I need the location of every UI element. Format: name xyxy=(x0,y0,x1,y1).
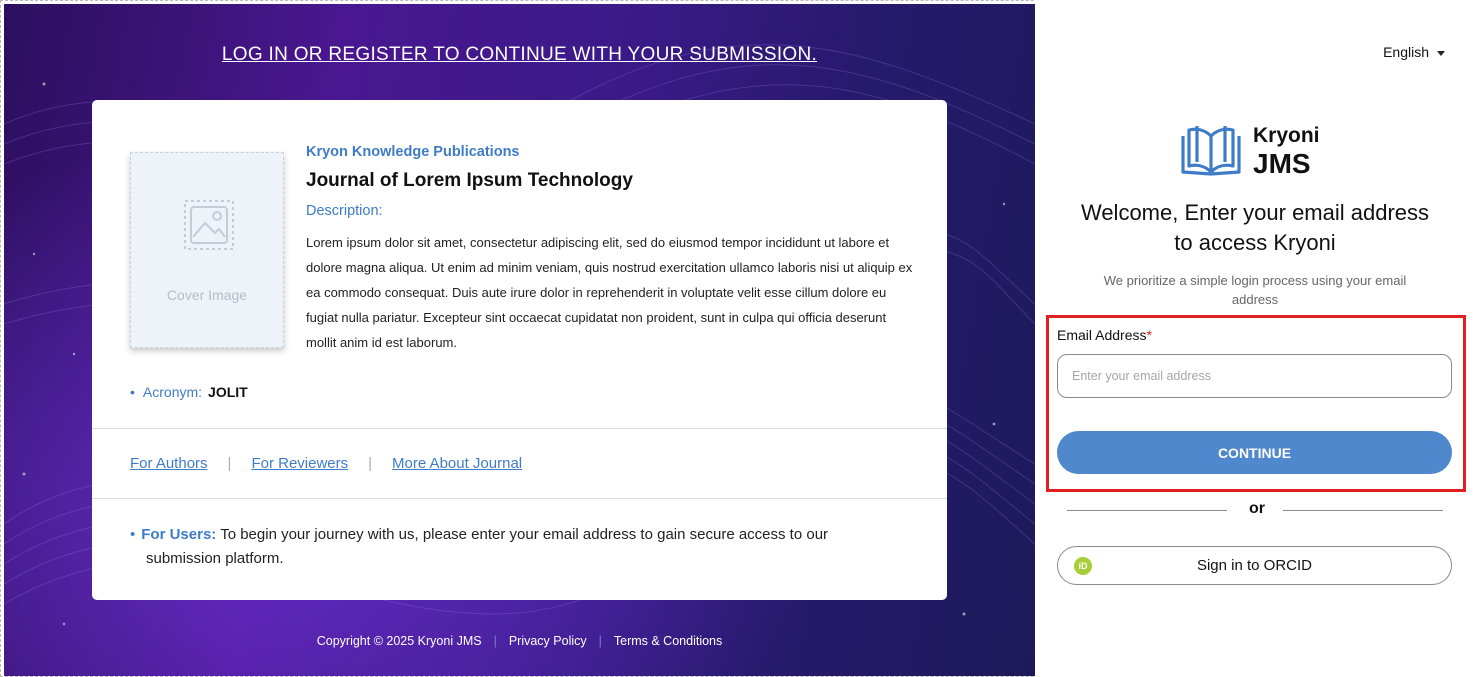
description-label: Description: xyxy=(306,203,383,219)
link-separator: | xyxy=(368,455,373,472)
for-users-note: • For Users: To begin your journey with u… xyxy=(130,523,920,571)
privacy-policy-link[interactable]: Privacy Policy xyxy=(509,634,587,648)
for-reviewers-link[interactable]: For Reviewers xyxy=(251,455,348,472)
terms-conditions-link[interactable]: Terms & Conditions xyxy=(614,634,722,648)
footer-separator: | xyxy=(598,634,602,648)
open-book-icon xyxy=(1181,126,1241,176)
bullet-icon: • xyxy=(130,384,135,400)
for-users-label: For Users: xyxy=(141,526,217,543)
kryoni-jms-logo: Kryoni JMS xyxy=(1175,118,1345,182)
journal-info-panel: LOG IN OR REGISTER TO CONTINUE WITH YOUR… xyxy=(4,4,1035,676)
publisher-name: Kryon Knowledge Publications xyxy=(306,144,520,160)
copyright-text: Copyright © 2025 Kryoni JMS xyxy=(316,634,482,648)
acronym-value: JOLIT xyxy=(208,384,248,400)
or-divider-right xyxy=(1283,510,1443,511)
journal-description: Lorem ipsum dolor sit amet, consectetur … xyxy=(306,235,913,350)
journal-links: For Authors | For Reviewers | More About Jou… xyxy=(130,455,522,472)
or-text: or xyxy=(1249,500,1265,517)
or-divider-left xyxy=(1067,510,1227,511)
for-users-text-continued: submission platform. xyxy=(146,550,284,567)
orcid-signin-button[interactable]: iD Sign in to ORCID xyxy=(1057,546,1452,585)
more-about-journal-link[interactable]: More About Journal xyxy=(392,455,522,472)
continue-button[interactable]: CONTINUE xyxy=(1057,431,1452,474)
for-users-text: To begin your journey with us, please en… xyxy=(220,526,829,543)
orcid-signin-label: Sign in to ORCID xyxy=(1196,557,1313,574)
divider xyxy=(92,428,947,429)
footer-separator: | xyxy=(493,634,497,648)
cover-image-placeholder: Cover Image xyxy=(130,152,284,348)
divider xyxy=(92,498,947,499)
cover-image-label: Cover Image xyxy=(166,287,248,303)
language-selector[interactable]: English xyxy=(1383,44,1445,60)
brand-name-line2: JMS xyxy=(1253,148,1311,179)
bullet-icon: • xyxy=(130,526,136,543)
email-input[interactable] xyxy=(1057,354,1452,398)
language-label: English xyxy=(1383,44,1429,60)
brand-name-line1: Kryoni xyxy=(1253,124,1320,147)
login-subtitle: We prioritize a simple login process usi… xyxy=(1103,273,1407,307)
acronym-row: • Acronym: JOLIT xyxy=(130,384,248,400)
acronym-label: Acronym: xyxy=(142,384,203,400)
for-authors-link[interactable]: For Authors xyxy=(130,455,208,472)
email-label: Email Address* xyxy=(1057,327,1152,343)
welcome-heading: Welcome, Enter your email address to acc… xyxy=(1080,200,1430,255)
login-panel: English Kryoni JMS Welcome, Enter your e… xyxy=(1035,0,1479,677)
email-label-text: Email Address xyxy=(1057,327,1147,343)
journal-card: Cover Image Kryon Knowledge Publications… xyxy=(92,100,947,600)
caret-down-icon xyxy=(1437,50,1445,56)
image-placeholder-icon xyxy=(184,200,234,250)
link-separator: | xyxy=(227,455,232,472)
login-register-banner: LOG IN OR REGISTER TO CONTINUE WITH YOUR… xyxy=(221,44,818,65)
footer: Copyright © 2025 Kryoni JMS | Privacy Poli… xyxy=(4,634,1035,648)
required-mark: * xyxy=(1146,327,1152,343)
journal-title: Journal of Lorem Ipsum Technology xyxy=(306,170,633,191)
